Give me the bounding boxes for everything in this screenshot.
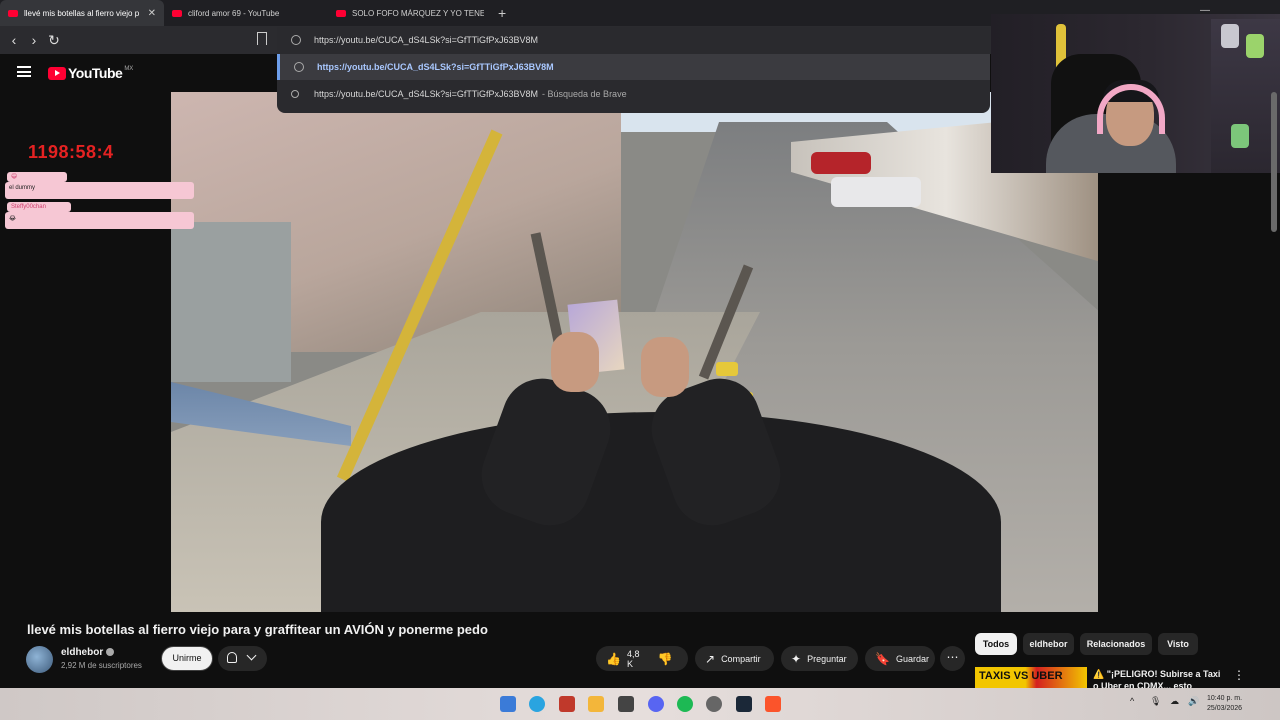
tab-title: llevé mis botellas al fierro viejo p bbox=[24, 8, 140, 18]
address-input[interactable]: https://youtu.be/CUCA_dS4LSk?si=GfTTiGfP… bbox=[277, 27, 990, 53]
youtube-wordmark: YouTube bbox=[68, 65, 123, 81]
bookmark-icon[interactable] bbox=[257, 32, 267, 45]
address-bar-dropdown: https://youtu.be/CUCA_dS4LSk?si=GfTTiGfP… bbox=[277, 27, 990, 113]
country-code: MX bbox=[124, 66, 134, 72]
tab-cliford[interactable]: cliford amor 69 - YouTube bbox=[164, 0, 328, 26]
tab-solo-fofo[interactable]: SOLO FOFO MÁRQUEZ Y YO TENEMO bbox=[328, 0, 492, 26]
video-player[interactable] bbox=[171, 92, 1098, 612]
youtube-favicon-icon bbox=[172, 9, 182, 17]
spotify-icon[interactable] bbox=[677, 696, 693, 712]
share-icon: ↗ bbox=[705, 651, 716, 666]
subscriber-count: 2,92 M de suscriptores bbox=[61, 661, 142, 670]
channel-avatar[interactable] bbox=[26, 646, 53, 673]
speaker-icon[interactable]: 🔊 bbox=[1188, 696, 1199, 707]
close-tab-icon[interactable]: ✕ bbox=[148, 8, 156, 19]
menu-icon[interactable] bbox=[17, 66, 31, 77]
edge-icon[interactable] bbox=[529, 696, 545, 712]
chat-badge: 😄 bbox=[7, 172, 67, 182]
like-dislike-group: 👍 4,8 K 👎 bbox=[596, 646, 688, 671]
new-tab-button[interactable]: + bbox=[498, 5, 506, 21]
folder-icon[interactable] bbox=[588, 696, 604, 712]
ask-label: Preguntar bbox=[807, 653, 847, 664]
chat-message: el dummy bbox=[5, 182, 194, 199]
chat-text: el dummy bbox=[9, 185, 36, 191]
youtube-play-icon bbox=[48, 66, 66, 80]
discord-icon[interactable] bbox=[648, 696, 664, 712]
save-label: Guardar bbox=[895, 653, 929, 664]
forward-button[interactable]: › bbox=[24, 30, 44, 50]
youtube-logo[interactable]: YouTube MX bbox=[48, 65, 133, 81]
chat-username: Steffy00chan bbox=[11, 204, 46, 210]
tab-title: SOLO FOFO MÁRQUEZ Y YO TENEMO bbox=[352, 8, 484, 18]
microphone-icon[interactable]: 🎙 bbox=[1150, 696, 1161, 707]
bookmark-icon: 🔖 bbox=[875, 651, 890, 666]
chat-message: 😂 bbox=[5, 212, 194, 229]
back-button[interactable]: ‹ bbox=[4, 30, 24, 50]
chevron-down-icon bbox=[246, 650, 257, 661]
channel-name-text: eldhebor bbox=[61, 647, 104, 658]
youtube-favicon-icon bbox=[8, 9, 18, 17]
chat-user: Steffy00chan bbox=[7, 202, 71, 212]
cloud-icon[interactable]: ☁ bbox=[1170, 696, 1179, 707]
system-clock[interactable]: 10:40 p. m. 25/03/2026 bbox=[1207, 694, 1242, 714]
suggestion-url[interactable]: https://youtu.be/CUCA_dS4LSk?si=GfTTiGfP… bbox=[277, 54, 990, 80]
notifications-button[interactable] bbox=[218, 646, 267, 671]
chip-related[interactable]: Relacionados bbox=[1080, 633, 1152, 655]
share-label: Compartir bbox=[721, 653, 761, 664]
suggestion-suffix: - Búsqueda de Brave bbox=[542, 89, 627, 99]
save-button[interactable]: 🔖 Guardar bbox=[865, 646, 935, 671]
channel-name[interactable]: eldhebor bbox=[61, 647, 115, 658]
suggestion-text: https://youtu.be/CUCA_dS4LSk?si=GfTTiGfP… bbox=[317, 62, 554, 72]
suggestion-search[interactable]: https://youtu.be/CUCA_dS4LSk?si=GfTTiGfP… bbox=[277, 81, 990, 107]
start-icon[interactable] bbox=[500, 696, 516, 712]
verified-icon bbox=[106, 648, 115, 657]
steam-icon[interactable] bbox=[736, 696, 752, 712]
suggestion-text: https://youtu.be/CUCA_dS4LSk?si=GfTTiGfP… bbox=[314, 89, 539, 99]
globe-icon bbox=[291, 35, 301, 45]
chip-todos[interactable]: Todos bbox=[975, 633, 1017, 655]
clock-time: 10:40 p. m. bbox=[1207, 695, 1243, 702]
search-icon bbox=[291, 90, 299, 98]
related-video-thumbnail[interactable]: TAXIS VS UBER bbox=[975, 667, 1087, 689]
thumbnail-text: TAXIS VS UBER bbox=[979, 670, 1063, 682]
screen: llevé mis botellas al fierro viejo p ✕ c… bbox=[0, 0, 1280, 720]
ask-button[interactable]: ✦ Preguntar bbox=[781, 646, 858, 671]
app-icon[interactable] bbox=[618, 696, 634, 712]
related-video-title[interactable]: ⚠️ "¡PELIGRO! Subirse a Taxi o Uber en C… bbox=[1093, 668, 1228, 690]
reload-button[interactable]: ↻ bbox=[44, 30, 64, 50]
app-icon[interactable] bbox=[559, 696, 575, 712]
brave-icon[interactable] bbox=[765, 696, 781, 712]
tray-caret-icon[interactable]: ^ bbox=[1130, 696, 1134, 706]
webcam-overlay bbox=[991, 14, 1280, 173]
page-scrollbar[interactable] bbox=[1271, 92, 1277, 232]
address-value: https://youtu.be/CUCA_dS4LSk?si=GfTTiGfP… bbox=[314, 35, 539, 45]
youtube-favicon-icon bbox=[336, 9, 346, 17]
dislike-icon[interactable]: 👎 bbox=[657, 652, 672, 666]
chip-watched[interactable]: Visto bbox=[1158, 633, 1198, 655]
clock-date: 25/03/2026 bbox=[1207, 705, 1243, 712]
join-button[interactable]: Unirme bbox=[161, 646, 213, 671]
bell-icon bbox=[227, 652, 237, 663]
globe-icon bbox=[294, 62, 304, 72]
like-icon[interactable]: 👍 bbox=[606, 652, 621, 666]
more-actions-button[interactable]: ⋯ bbox=[940, 646, 965, 671]
like-count[interactable]: 4,8 K bbox=[627, 649, 640, 669]
related-menu-icon[interactable]: ⋮ bbox=[1233, 668, 1245, 682]
share-button[interactable]: ↗ Compartir bbox=[695, 646, 774, 671]
chip-channel[interactable]: eldhebor bbox=[1023, 633, 1074, 655]
windows-taskbar: ^ 🎙 ☁ 🔊 bbox=[0, 688, 1280, 720]
sparkle-icon: ✦ bbox=[791, 651, 802, 666]
app-icon[interactable] bbox=[706, 696, 722, 712]
video-title: llevé mis botellas al fierro viejo para … bbox=[27, 622, 488, 637]
tab-title: cliford amor 69 - YouTube bbox=[188, 8, 280, 18]
tab-active[interactable]: llevé mis botellas al fierro viejo p ✕ bbox=[0, 0, 164, 26]
stream-timer: 1198:58:4 bbox=[28, 142, 114, 162]
